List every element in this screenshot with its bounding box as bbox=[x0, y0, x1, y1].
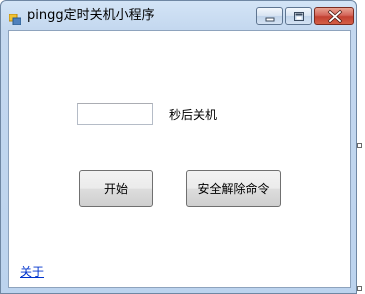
about-link[interactable]: 关于 bbox=[20, 263, 44, 280]
minimize-icon bbox=[265, 17, 275, 22]
window-title: pingg定时关机小程序 bbox=[27, 8, 155, 23]
shutdown-seconds-label: 秒后关机 bbox=[169, 108, 218, 122]
close-icon bbox=[327, 9, 343, 24]
maximize-icon bbox=[294, 12, 304, 21]
app-window: pingg定时关机小程序 秒后关机 开始 安全解除命令 关于 bbox=[0, 0, 357, 294]
resize-handle-right[interactable] bbox=[357, 143, 362, 148]
windows-form-icon bbox=[8, 10, 22, 26]
resize-handle-bottom-right[interactable] bbox=[357, 286, 362, 291]
close-button[interactable] bbox=[314, 7, 354, 25]
form-client-area: 秒后关机 开始 安全解除命令 关于 bbox=[8, 30, 351, 288]
safe-cancel-button[interactable]: 安全解除命令 bbox=[186, 170, 281, 207]
maximize-button[interactable] bbox=[285, 7, 312, 25]
start-button[interactable]: 开始 bbox=[79, 170, 153, 207]
title-bar[interactable]: pingg定时关机小程序 bbox=[1, 1, 356, 29]
seconds-input[interactable] bbox=[77, 103, 153, 125]
minimize-button[interactable] bbox=[256, 7, 283, 25]
